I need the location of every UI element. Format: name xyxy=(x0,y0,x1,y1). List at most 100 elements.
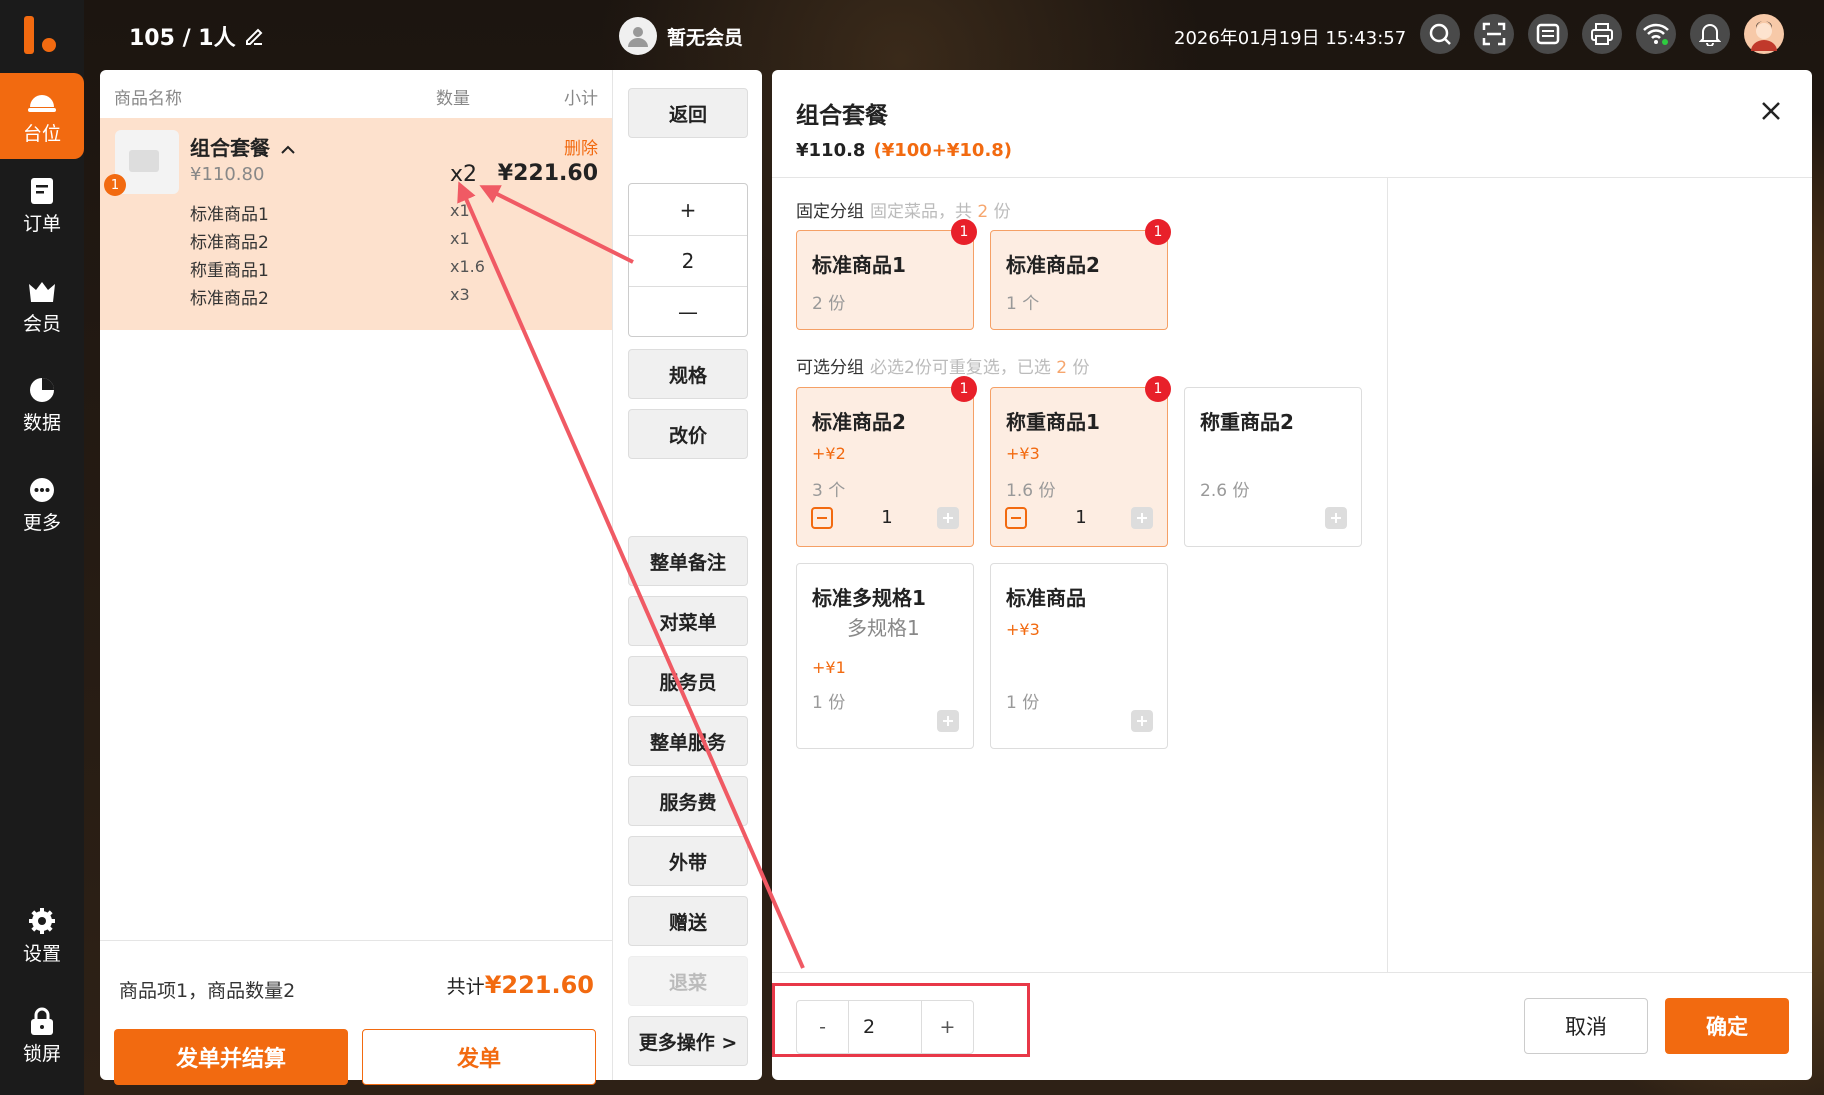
order-panel: 商品名称 数量 小计 1 组合套餐 删除 ¥110.80 x2 ¥221.60 … xyxy=(100,70,612,1085)
datetime: 2026年01月19日 15:43:57 xyxy=(1174,28,1407,49)
spec-button[interactable]: 规格 xyxy=(628,349,748,399)
sidebar-item-label: 订单 xyxy=(22,212,61,235)
top-bar: 105 / 1人 暂无会员 2026年01月19日 15:43:57 xyxy=(84,0,1824,70)
optional-item-card[interactable]: 标准商品2 +¥2 3 个 1 1 xyxy=(796,376,977,547)
sub-item-qty: x1 xyxy=(450,229,470,248)
sidebar-item-label: 台位 xyxy=(22,122,61,145)
back-button[interactable]: 返回 xyxy=(628,88,748,138)
decrease-button[interactable]: — xyxy=(629,286,747,337)
optional-item-card[interactable]: 称重商品2 2.6 份 xyxy=(1184,387,1362,547)
user-avatar[interactable] xyxy=(1744,14,1784,54)
service-fee-button[interactable]: 服务费 xyxy=(628,776,748,826)
check-menu-button[interactable]: 对菜单 xyxy=(628,596,748,646)
order-note-button[interactable]: 整单备注 xyxy=(628,536,748,586)
optional-item-card[interactable]: 标准商品 +¥3 1 份 xyxy=(990,563,1168,749)
operations-column: 返回 + 2 — 规格 改价 整单备注 对菜单 服务员 整单服务 服务费 外带 … xyxy=(612,70,762,1080)
member-avatar-icon xyxy=(619,17,657,55)
more-icon xyxy=(28,476,56,504)
sidebar-item-label: 更多 xyxy=(22,511,61,534)
send-order-button[interactable]: 发单 xyxy=(362,1029,596,1085)
takeaway-button[interactable]: 外带 xyxy=(628,836,748,886)
confirm-button[interactable]: 确定 xyxy=(1665,998,1789,1054)
scan-icon[interactable] xyxy=(1474,14,1514,54)
annotation-highlight-box xyxy=(772,983,1030,1057)
sub-item-qty: x3 xyxy=(450,285,470,304)
sidebar-item-table[interactable]: 台位 xyxy=(0,73,84,159)
receipt-list-icon[interactable] xyxy=(1528,14,1568,54)
quantity-value[interactable]: 2 xyxy=(629,235,747,286)
price-breakdown: (¥100+¥10.8) xyxy=(873,140,1013,161)
column-header-qty: 数量 xyxy=(436,89,470,109)
sub-item-name: 标准商品2 xyxy=(190,289,269,309)
fixed-item-card[interactable]: 标准商品2 1 个 1 xyxy=(990,219,1171,330)
reprice-button[interactable]: 改价 xyxy=(628,409,748,459)
sub-item-qty: x1 xyxy=(450,201,470,220)
close-icon[interactable] xyxy=(1758,98,1784,124)
item-subtotal: ¥221.60 xyxy=(497,161,598,186)
item-quantity: x2 xyxy=(450,162,478,187)
dialog-price: ¥110.8 (¥100+¥10.8) xyxy=(796,140,1013,161)
selected-count-badge: 1 xyxy=(951,219,977,245)
more-operations-button[interactable]: 更多操作 > xyxy=(628,1016,748,1066)
table-label: 105 / 1人 xyxy=(129,26,236,51)
wifi-icon[interactable] xyxy=(1636,14,1676,54)
decrease-button[interactable] xyxy=(1005,507,1027,529)
item-count-badge: 1 xyxy=(104,174,126,196)
increase-button[interactable] xyxy=(1325,507,1347,529)
order-summary: 商品项1，商品数量2 xyxy=(119,980,296,1002)
delete-link[interactable]: 删除 xyxy=(564,134,598,159)
sub-item-name: 标准商品1 xyxy=(190,205,269,225)
fixed-item-card[interactable]: 标准商品1 2 份 1 xyxy=(796,219,977,330)
order-row[interactable]: 1 组合套餐 删除 ¥110.80 x2 ¥221.60 标准商品1 x1 标准… xyxy=(100,118,612,330)
sidebar-item-data[interactable]: 数据 xyxy=(0,362,84,448)
sidebar-item-label: 数据 xyxy=(22,411,61,434)
decrease-button[interactable] xyxy=(811,507,833,529)
member-selector[interactable]: 暂无会员 xyxy=(619,17,743,55)
selected-count-badge: 1 xyxy=(1145,376,1171,402)
sidebar-item-member[interactable]: 会员 xyxy=(0,263,84,349)
increase-button[interactable] xyxy=(1131,507,1153,529)
return-dish-button[interactable]: 退菜 xyxy=(628,956,748,1006)
order-service-button[interactable]: 整单服务 xyxy=(628,716,748,766)
send-and-checkout-button[interactable]: 发单并结算 xyxy=(114,1029,348,1085)
spec-label: 多规格1 xyxy=(847,616,920,640)
increase-button[interactable] xyxy=(937,710,959,732)
divider xyxy=(772,972,1812,973)
sidebar-item-lock[interactable]: 锁屏 xyxy=(0,993,84,1079)
gear-icon xyxy=(28,907,56,935)
cancel-button[interactable]: 取消 xyxy=(1524,998,1648,1054)
sidebar-item-more[interactable]: 更多 xyxy=(0,462,84,548)
item-name: 组合套餐 xyxy=(190,132,295,161)
sidebar-item-label: 会员 xyxy=(22,312,61,335)
optional-group-label: 可选分组 必选2份可重复选，已选 2 份 xyxy=(796,358,1090,378)
table-info[interactable]: 105 / 1人 xyxy=(129,20,264,52)
combo-detail-dialog: 组合套餐 ¥110.8 (¥100+¥10.8) 固定分组 固定菜品，共 2 份 标… xyxy=(772,70,1812,1080)
table-bell-icon xyxy=(28,87,56,115)
search-icon[interactable] xyxy=(1420,14,1460,54)
item-unit-price: ¥110.80 xyxy=(190,164,265,185)
sub-item-name: 称重商品1 xyxy=(190,261,269,281)
selected-count-badge: 1 xyxy=(951,376,977,402)
order-footer: 商品项1，商品数量2 共计¥221.60 发单并结算 发单 xyxy=(100,940,612,1085)
bell-icon[interactable] xyxy=(1690,14,1730,54)
sidebar: 台位 订单 会员 数据 更多 设置 锁屏 xyxy=(0,0,84,1095)
optional-item-card[interactable]: 称重商品1 +¥3 1.6 份 1 1 xyxy=(990,376,1171,547)
sub-item-qty: x1.6 xyxy=(450,257,485,276)
chevron-up-icon[interactable] xyxy=(281,145,295,155)
sidebar-item-settings[interactable]: 设置 xyxy=(0,893,84,979)
printer-icon[interactable] xyxy=(1582,14,1622,54)
quantity-value: 1 xyxy=(1075,507,1087,528)
sidebar-item-order[interactable]: 订单 xyxy=(0,163,84,249)
order-total: 共计¥221.60 xyxy=(446,971,594,999)
divider xyxy=(772,177,1812,178)
crown-icon xyxy=(28,277,56,305)
increase-button[interactable] xyxy=(1131,710,1153,732)
dialog-title: 组合套餐 xyxy=(796,103,888,129)
increase-button[interactable] xyxy=(937,507,959,529)
waiter-button[interactable]: 服务员 xyxy=(628,656,748,706)
sub-item-name: 标准商品2 xyxy=(190,233,269,253)
selected-count-badge: 1 xyxy=(1145,219,1171,245)
increase-button[interactable]: + xyxy=(629,184,747,235)
optional-item-card[interactable]: 标准多规格1 多规格1 +¥1 1 份 xyxy=(796,563,974,749)
gift-button[interactable]: 赠送 xyxy=(628,896,748,946)
